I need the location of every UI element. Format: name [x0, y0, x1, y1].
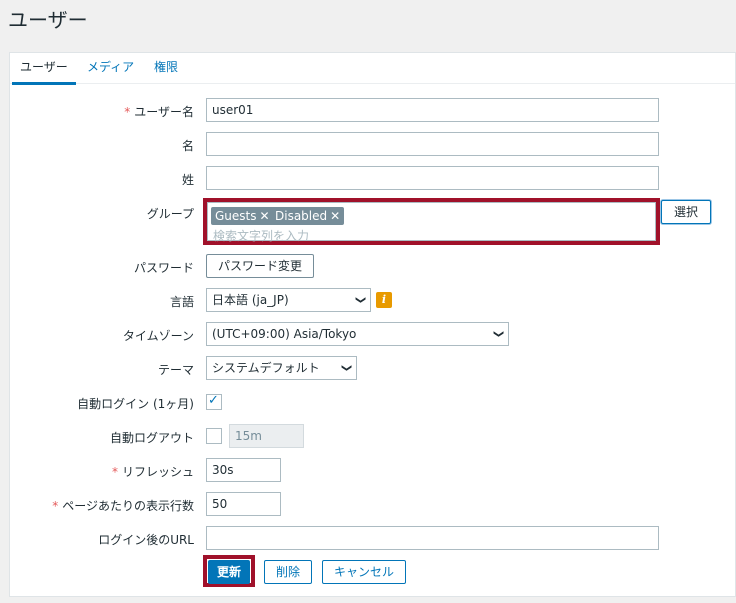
page-title: ユーザー [8, 8, 88, 32]
url-input[interactable] [206, 526, 659, 550]
refresh-input[interactable] [206, 458, 281, 482]
autologin-checkbox[interactable]: ✓ [206, 393, 222, 410]
delete-button[interactable]: 削除 [264, 560, 312, 584]
chevron-down-icon: ❯ [492, 329, 504, 339]
required-marker: * [111, 465, 118, 479]
groups-label: グループ [146, 207, 194, 221]
tab-permissions[interactable]: 権限 [154, 60, 178, 82]
autologout-input [229, 424, 304, 448]
check-icon: ✓ [208, 393, 219, 408]
change-password-button[interactable]: パスワード変更 [206, 254, 314, 278]
tab-media[interactable]: メディア [87, 60, 134, 82]
groups-select-button[interactable]: 選択 [661, 200, 711, 224]
tab-user[interactable]: ユーザー [12, 60, 76, 85]
language-select[interactable]: 日本語 (ja_JP) ❯ [206, 288, 371, 312]
url-label: ログイン後のURL [98, 533, 194, 547]
username-input[interactable] [206, 98, 659, 122]
update-button[interactable]: 更新 [208, 560, 250, 584]
tab-bar: ユーザー メディア 権限 [10, 53, 735, 85]
theme-label: テーマ [157, 363, 194, 377]
theme-select[interactable]: システムデフォルト ❯ [206, 356, 357, 380]
required-marker: * [52, 499, 59, 513]
language-label: 言語 [169, 295, 194, 309]
surname-input[interactable] [206, 166, 659, 190]
chevron-down-icon: ❯ [354, 295, 366, 305]
group-chip-guests: Guests ✕ [211, 207, 274, 225]
password-label: パスワード [133, 261, 194, 275]
autologin-label: 自動ログイン (1ヶ月) [77, 397, 194, 411]
name-label: 名 [181, 139, 194, 153]
chevron-down-icon: ❯ [340, 363, 352, 373]
groups-search-placeholder[interactable]: 検索文字列を入力 [213, 227, 309, 244]
info-icon[interactable]: i [376, 292, 392, 308]
refresh-label: * リフレッシュ [111, 465, 194, 479]
rows-per-page-input[interactable] [206, 492, 281, 516]
user-form-panel: ユーザー メディア 権限 *ユーザー名 名 姓 グループ Guests✕ Dis… [9, 52, 736, 597]
name-input[interactable] [206, 132, 659, 156]
surname-label: 姓 [181, 173, 194, 187]
cancel-button[interactable]: キャンセル [322, 560, 406, 584]
remove-chip-icon[interactable]: ✕ [330, 209, 340, 223]
timezone-select[interactable]: (UTC+09:00) Asia/Tokyo ❯ [206, 322, 509, 346]
autologout-label: 自動ログアウト [109, 431, 194, 445]
remove-chip-icon[interactable]: ✕ [260, 209, 270, 223]
username-label: * ユーザー名 [124, 105, 194, 119]
rows-per-page-label: * ページあたりの表示行数 [52, 499, 194, 513]
groups-multiselect[interactable]: Guests ✕ Disabled ✕ 検索文字列を入力 [207, 202, 656, 244]
autologout-checkbox[interactable] [206, 428, 222, 444]
group-chip-disabled: Disabled ✕ [271, 207, 345, 225]
required-marker: * [124, 105, 131, 119]
timezone-label: タイムゾーン [122, 329, 194, 343]
